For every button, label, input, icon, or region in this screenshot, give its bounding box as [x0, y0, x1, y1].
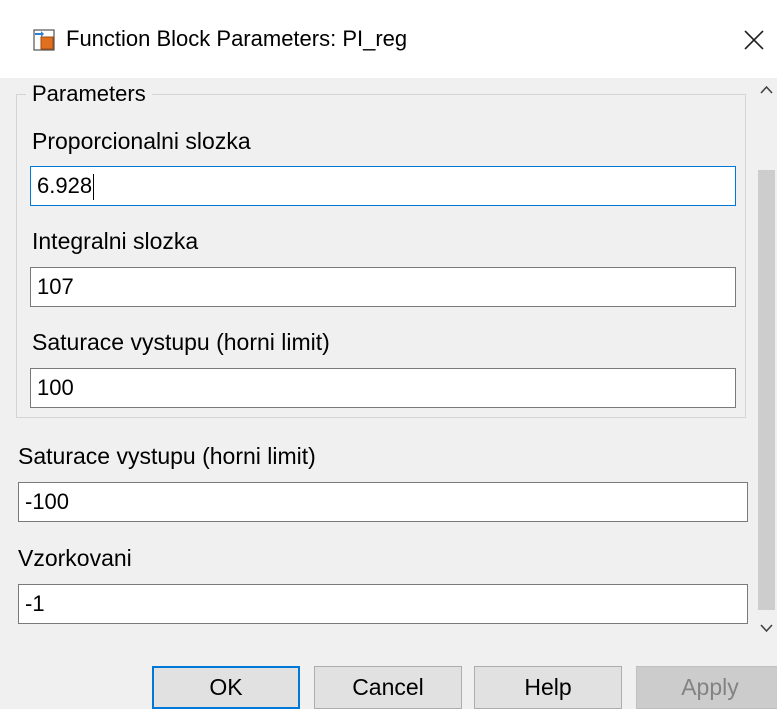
proportional-label: Proporcionalni slozka [32, 128, 251, 154]
saturation-lower-value: -100 [25, 489, 70, 514]
proportional-value: 6.928 [37, 173, 93, 198]
close-icon[interactable] [736, 22, 772, 58]
sampling-input[interactable]: -1 [18, 584, 748, 624]
help-button[interactable]: Help [474, 666, 622, 709]
vertical-scrollbar[interactable] [756, 78, 777, 643]
sampling-value: -1 [25, 591, 45, 616]
window-title: Function Block Parameters: PI_reg [66, 26, 408, 51]
proportional-input[interactable]: 6.928 [30, 166, 736, 206]
integral-value: 107 [37, 274, 74, 299]
saturation-upper-input[interactable]: 100 [30, 368, 736, 408]
scrollbar-thumb[interactable] [758, 170, 775, 610]
integral-input[interactable]: 107 [30, 267, 736, 307]
saturation-upper-value: 100 [37, 375, 74, 400]
integral-label: Integralni slozka [32, 228, 199, 254]
dialog-client-area: Parameters Proporcionalni slozka 6.928 I… [0, 78, 777, 709]
parameters-group-title: Parameters [26, 81, 152, 107]
saturation-lower-input[interactable]: -100 [18, 482, 748, 522]
title-bar: Function Block Parameters: PI_reg [0, 0, 777, 78]
chevron-up-icon[interactable] [756, 80, 777, 100]
text-caret [93, 174, 95, 201]
ok-button[interactable]: OK [152, 666, 300, 709]
saturation-lower-label: Saturace vystupu (horni limit) [18, 443, 316, 469]
sampling-label: Vzorkovani [18, 545, 132, 571]
cancel-button[interactable]: Cancel [314, 666, 462, 709]
apply-button[interactable]: Apply [636, 666, 777, 709]
simulink-block-icon [32, 28, 56, 52]
saturation-upper-label: Saturace vystupu (horni limit) [32, 329, 330, 355]
chevron-down-icon[interactable] [756, 618, 777, 638]
